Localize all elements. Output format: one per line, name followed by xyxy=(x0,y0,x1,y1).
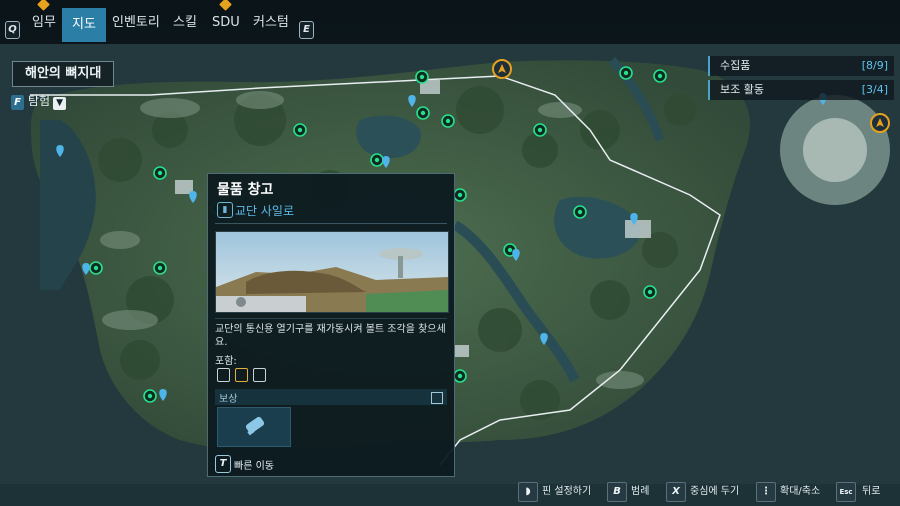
legend-key[interactable]: B xyxy=(607,482,627,502)
settlement xyxy=(803,118,867,182)
nav-prev-key[interactable]: Q xyxy=(5,21,20,39)
tab-sdu[interactable]: SDU xyxy=(208,0,244,38)
back-button[interactable]: 뒤로 xyxy=(862,483,880,501)
fast-travel-label[interactable]: 빠른 이동 xyxy=(234,457,274,472)
center-button[interactable]: 중심에 두기 xyxy=(690,483,739,501)
location-title: 물품 창고 xyxy=(217,182,274,198)
set-pin-button[interactable]: 핀 설정하기 xyxy=(542,483,591,501)
location-info-card: 물품 창고 ▮ 교단 사일로 교단의 통신용 열기구를 재가동시켜 볼트 조각을… xyxy=(207,173,455,477)
divider xyxy=(215,318,447,319)
zoom-key[interactable]: ⋮ xyxy=(756,482,776,502)
center-key[interactable]: X xyxy=(666,482,686,502)
zoom-button[interactable]: 확대/축소 xyxy=(780,483,820,501)
side-activities-row[interactable]: 보조 활동 [3/4] xyxy=(708,80,894,100)
legend-button[interactable]: 범례 xyxy=(631,483,649,501)
tab-customize[interactable]: 커스텀 xyxy=(249,8,293,38)
map-filter-dropdown[interactable]: F 탐험 ▼ xyxy=(11,92,67,110)
reward-item[interactable] xyxy=(217,407,291,447)
vault-piece-icon xyxy=(235,368,248,382)
fast-travel-key[interactable]: T xyxy=(215,455,231,473)
location-preview-image xyxy=(215,231,449,313)
tab-inventory[interactable]: 인벤토리 xyxy=(108,8,164,38)
pin-key[interactable]: ◗ xyxy=(518,482,538,502)
includes-label: 포함: xyxy=(215,356,237,367)
top-navigation-bar: Q 임무 지도 인벤토리 스킬 SDU 커스텀 E xyxy=(0,0,900,44)
silo-icon: ▮ xyxy=(217,202,233,218)
back-key[interactable]: Esc xyxy=(836,482,856,502)
tab-skills[interactable]: 스킬 xyxy=(169,8,201,38)
scroll-indicator-icon xyxy=(431,392,443,404)
tab-map[interactable]: 지도 xyxy=(62,8,106,42)
vault-piece-icon xyxy=(253,368,266,382)
nav-next-key[interactable]: E xyxy=(299,21,314,39)
blueprint-reward-icon xyxy=(245,416,265,436)
tab-missions[interactable]: 임무 xyxy=(28,0,60,38)
filter-label: 탐험 xyxy=(28,94,51,108)
notification-pip-icon xyxy=(219,0,232,11)
divider xyxy=(215,223,447,224)
filter-key: F xyxy=(11,95,24,110)
collectibles-row[interactable]: 수집품 [8/9] xyxy=(708,56,894,76)
chevron-down-icon: ▼ xyxy=(53,97,67,110)
notification-pip-icon xyxy=(37,0,50,11)
location-subtitle: 교단 사일로 xyxy=(235,204,295,218)
location-description: 교단의 통신용 열기구를 재가동시켜 볼트 조각을 찾으세요. xyxy=(215,324,446,348)
reward-header: 보상 xyxy=(215,389,447,405)
region-name-label: 해안의 뼈지대 xyxy=(12,61,115,87)
vault-piece-icon xyxy=(217,368,230,382)
